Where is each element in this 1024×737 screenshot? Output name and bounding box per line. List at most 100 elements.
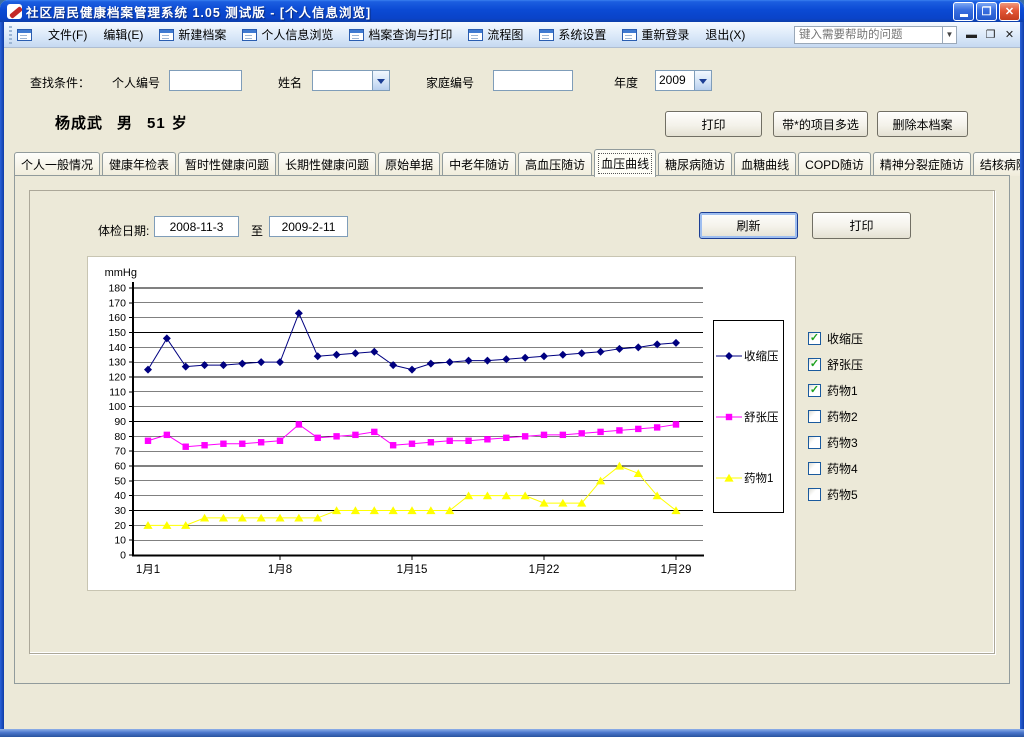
svg-text:90: 90 (114, 416, 126, 428)
svg-text:110: 110 (109, 386, 126, 398)
name-combobox-arrow-icon[interactable] (372, 71, 389, 90)
form-icon (622, 29, 637, 41)
minimize-button[interactable] (953, 2, 974, 21)
menu-item-edit[interactable]: 编辑(E) (103, 26, 143, 43)
checkbox-unchecked-icon[interactable] (808, 462, 821, 475)
legend-entry-收缩压: 收缩压 (716, 348, 781, 364)
tab-schizophrenia-followup[interactable]: 精神分裂症随访 (873, 152, 971, 176)
print-button[interactable]: 打印 (665, 111, 762, 137)
window-controls: ❐ ✕ (953, 2, 1020, 21)
menu-item-exit[interactable]: 退出(X) (705, 26, 745, 43)
menu-item-home[interactable] (17, 29, 32, 41)
mdi-restore-button[interactable]: ❐ (984, 28, 997, 41)
tab-glucose-curve[interactable]: 血糖曲线 (734, 152, 796, 176)
patient-age-unit: 岁 (172, 115, 188, 132)
close-button[interactable]: ✕ (999, 2, 1020, 21)
checkbox-checked-icon[interactable]: ✓ (808, 384, 821, 397)
svg-text:20: 20 (114, 520, 126, 532)
menu-items: 文件(F) 编辑(E) 新建档案 个人信息浏览 档案查询与打印流程图系统设置重新登录退出… (17, 26, 745, 43)
series-checkbox-med2[interactable]: 药物2 (808, 403, 863, 429)
svg-text:1月29: 1月29 (661, 564, 692, 576)
checkbox-unchecked-icon[interactable] (808, 488, 821, 501)
multiselect-starred-items-button[interactable]: 带*的项目多选 (773, 111, 868, 137)
svg-text:40: 40 (114, 490, 126, 502)
series-checkbox-label: 收缩压 (827, 330, 863, 347)
legend-entry-药物1: 药物1 (716, 470, 781, 486)
checkbox-checked-icon[interactable]: ✓ (808, 358, 821, 371)
legend-label: 药物1 (744, 470, 773, 486)
menu-item-label: 档案查询与打印 (368, 26, 452, 43)
svg-text:100: 100 (108, 401, 126, 413)
delete-archive-button[interactable]: 删除本档案 (877, 111, 968, 137)
tab-personal-general[interactable]: 个人一般情况 (14, 152, 100, 176)
date-from-input[interactable] (154, 216, 239, 237)
date-to-input[interactable] (269, 216, 348, 237)
tab-bp-curve[interactable]: 血压曲线 (594, 149, 656, 177)
svg-text:0: 0 (120, 550, 126, 562)
legend-marker-icon (716, 412, 742, 422)
series-checkbox-label: 药物5 (827, 486, 858, 503)
year-combobox-value: 2009 (656, 71, 694, 90)
series-checkbox-med1[interactable]: ✓药物1 (808, 377, 863, 403)
menu-item-archive-query-print[interactable]: 档案查询与打印 (349, 26, 452, 43)
family-id-input[interactable] (493, 70, 573, 91)
help-dropdown-arrow-icon[interactable]: ▼ (942, 26, 957, 44)
checkup-date-label: 体检日期: (98, 222, 149, 239)
series-checkbox-systolic[interactable]: ✓ 收缩压 (808, 325, 863, 351)
series-checkbox-label: 舒张压 (827, 356, 863, 373)
svg-text:1月1: 1月1 (136, 564, 160, 576)
window-border-left (0, 22, 4, 737)
svg-text:50: 50 (114, 475, 126, 487)
series-checkbox-diastolic[interactable]: ✓ 舒张压 (808, 351, 863, 377)
series-收缩压 (144, 309, 680, 373)
series-checkbox-label: 药物3 (827, 434, 858, 451)
legend-marker-icon (716, 473, 742, 483)
checkbox-checked-icon[interactable]: ✓ (808, 332, 821, 345)
svg-text:1月15: 1月15 (397, 564, 428, 576)
checkbox-unchecked-icon[interactable] (808, 436, 821, 449)
name-combobox[interactable] (312, 70, 390, 91)
menu-item-relogin[interactable]: 重新登录 (622, 26, 689, 43)
tab-middle-aged-followup[interactable]: 中老年随访 (442, 152, 516, 176)
personal-id-input[interactable] (169, 70, 242, 91)
tab-temporary-health-issues[interactable]: 暂时性健康问题 (178, 152, 276, 176)
svg-text:10: 10 (114, 535, 126, 547)
family-id-label: 家庭编号 (426, 74, 474, 91)
checkbox-unchecked-icon[interactable] (808, 410, 821, 423)
tab-tb-followup[interactable]: 结核病随访 (973, 152, 1024, 176)
window-border-bottom (0, 729, 1024, 737)
svg-text:180: 180 (108, 283, 126, 295)
menu-item-new-archive[interactable]: 新建档案 (159, 26, 226, 43)
tab-original-receipts[interactable]: 原始单据 (378, 152, 440, 176)
titlebar: 社区居民健康档案管理系统 1.05 测试版 - [个人信息浏览] ❐ ✕ (0, 0, 1024, 22)
patient-summary: 杨成武男51岁 (55, 112, 202, 133)
toolbar-grip-handle[interactable] (9, 26, 12, 44)
app-icon (7, 4, 22, 19)
menu-item-label: 个人信息浏览 (261, 26, 333, 43)
refresh-button[interactable]: 刷新 (699, 212, 798, 239)
svg-text:170: 170 (108, 297, 126, 309)
year-combobox[interactable]: 2009 (655, 70, 712, 91)
svg-text:80: 80 (114, 431, 126, 443)
restore-button[interactable]: ❐ (976, 2, 997, 21)
mdi-minimize-button[interactable]: ▬ (965, 29, 978, 41)
mdi-close-button[interactable]: ✕ (1003, 28, 1016, 41)
name-label: 姓名 (278, 74, 302, 91)
menu-item-file[interactable]: 文件(F) (48, 26, 87, 43)
year-combobox-arrow-icon[interactable] (694, 71, 711, 90)
series-checkbox-med5[interactable]: 药物5 (808, 481, 863, 507)
menu-item-personal-info-browse[interactable]: 个人信息浏览 (242, 26, 333, 43)
tab-hypertension-followup[interactable]: 高血压随访 (518, 152, 592, 176)
series-checkbox-label: 药物2 (827, 408, 858, 425)
patient-age: 51 (147, 115, 166, 132)
tab-longterm-health-issues[interactable]: 长期性健康问题 (278, 152, 376, 176)
series-checkbox-med4[interactable]: 药物4 (808, 455, 863, 481)
menu-item-system-settings[interactable]: 系统设置 (539, 26, 606, 43)
series-checkbox-med3[interactable]: 药物3 (808, 429, 863, 455)
help-search-input[interactable] (794, 26, 942, 44)
tab-copd-followup[interactable]: COPD随访 (798, 152, 871, 176)
tab-diabetes-followup[interactable]: 糖尿病随访 (658, 152, 732, 176)
menu-item-flowchart[interactable]: 流程图 (468, 26, 523, 43)
print-chart-button[interactable]: 打印 (812, 212, 911, 239)
tab-annual-checkup[interactable]: 健康年检表 (102, 152, 176, 176)
